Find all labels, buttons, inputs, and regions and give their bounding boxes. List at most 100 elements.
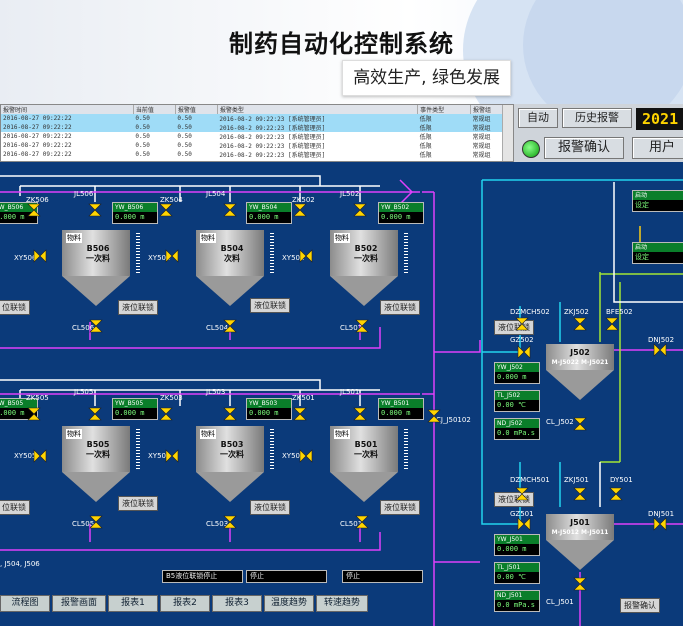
- alarm-row[interactable]: 2016-08-27 09:22:22 0.50 0.50 2016-08-2 09:…: [1, 114, 513, 123]
- nav-alarm-screen[interactable]: 报警画面: [52, 595, 106, 612]
- auto-button[interactable]: 自动: [518, 108, 558, 128]
- interlock-button-b505-left[interactable]: 位联锁: [0, 500, 30, 515]
- tank-b506[interactable]: 物料 B506 一次料: [62, 230, 140, 308]
- interlock-button-j502[interactable]: 液位联锁: [494, 320, 534, 335]
- alarm-row[interactable]: 2016-08-27 09:22:22 0.50 0.50 2016-08-2 09:…: [1, 132, 513, 141]
- alarm-cell-time: 2016-08-27 09:22:22: [1, 123, 134, 132]
- interlock-button-b506-left[interactable]: 位联锁: [0, 300, 30, 315]
- tank-desc: 一次料: [220, 450, 244, 459]
- nav-report-1[interactable]: 报表1: [108, 595, 158, 612]
- level-gauge: [136, 429, 140, 469]
- nav-report-3[interactable]: 报表3: [212, 595, 262, 612]
- control-panel: 自动 历史报警 2021 报警确认 用户: [514, 104, 683, 162]
- setpoint-display-1[interactable]: 启动 设定: [632, 190, 683, 212]
- status-stop-1: 停止: [246, 570, 327, 583]
- label-xy502: XY502: [282, 254, 305, 262]
- tank-desc: 一次料: [354, 450, 378, 459]
- label-xy504: XY504: [148, 254, 171, 262]
- col-current[interactable]: 当前值: [133, 105, 176, 114]
- tank-tag: 物料: [334, 429, 350, 439]
- tank-b501[interactable]: 物料 B501 一次料: [330, 426, 408, 504]
- level-display-b506b: YW_B506 0.000 m: [112, 202, 158, 224]
- alarm-list[interactable]: 报警时间 当前值 报警值 报警类型 事件类型 报警组 2016-08-27 09…: [0, 104, 514, 162]
- col-limit[interactable]: 报警值: [175, 105, 218, 114]
- alarm-row[interactable]: 2016-08-27 09:22:22 0.50 0.50 2016-08-2 09:…: [1, 123, 513, 132]
- level-display-j501: YW_J501 0.000 m: [494, 534, 540, 556]
- nav-temp-trend[interactable]: 温度趋势: [264, 595, 314, 612]
- reactor-j502[interactable]: J502 M-J5022 M-J5021: [546, 344, 614, 422]
- label-zk503: ZK503: [160, 394, 183, 402]
- col-alarm-time[interactable]: 报警时间: [1, 105, 134, 114]
- interlock-button-b502[interactable]: 液位联锁: [380, 300, 420, 315]
- label-jl503: JL503: [206, 388, 226, 396]
- tank-b504[interactable]: 物料 B504 次料: [196, 230, 274, 308]
- col-event-type[interactable]: 事件类型: [417, 105, 471, 114]
- alarm-cell-msg: 2016-08-2 09:22:23 [系统管理员]: [217, 123, 418, 132]
- label-gz502: GZ502: [510, 336, 534, 344]
- interlock-button-b503[interactable]: 液位联锁: [250, 500, 290, 515]
- label-left-note: , J504, J506: [0, 560, 40, 568]
- setpoint-display-2[interactable]: 启动 设定: [632, 242, 683, 264]
- alarm-cell-type: 低限: [419, 143, 432, 150]
- alarm-cell-type: 低限: [417, 123, 471, 132]
- label-dy501: DY501: [610, 476, 633, 484]
- label-gz501: GZ501: [510, 510, 534, 518]
- interlock-button-j501[interactable]: 液位联锁: [494, 492, 534, 507]
- tank-b503[interactable]: 物料 B503 一次料: [196, 426, 274, 504]
- tank-id: B505: [86, 440, 110, 449]
- alarm-scrollbar[interactable]: [502, 105, 513, 161]
- tank-desc: M-J5012 M-J5011: [551, 529, 609, 536]
- label-cl504: CL504: [206, 324, 229, 332]
- level-gauge: [404, 429, 408, 469]
- nav-speed-trend[interactable]: 转速趋势: [316, 595, 368, 612]
- label-jl505: JL505: [74, 388, 94, 396]
- label-dnj501: DNJ501: [648, 510, 675, 518]
- col-alarm-type[interactable]: 报警类型: [217, 105, 419, 114]
- level-display-b502: YW_B502 0.000 m: [378, 202, 424, 224]
- alarm-cell-cur: 0.50: [133, 114, 176, 123]
- history-alarm-button[interactable]: 历史报警: [562, 108, 632, 128]
- tank-id: J502: [570, 348, 590, 357]
- tank-tag: 物料: [66, 429, 82, 439]
- alarm-cell-lim: 0.50: [175, 123, 218, 132]
- nav-flowchart[interactable]: 流程图: [0, 595, 50, 612]
- label-zk501: ZK501: [292, 394, 315, 402]
- interlock-button-b504[interactable]: 液位联锁: [250, 298, 290, 313]
- level-gauge: [136, 233, 140, 273]
- tank-b502[interactable]: 物料 B502 一次料: [330, 230, 408, 308]
- alarm-cell-time: 2016-08-27 09:22:22: [1, 114, 134, 123]
- label-cl501: CL501: [340, 520, 363, 528]
- label-cl505: CL505: [72, 520, 95, 528]
- temp-display-j502: TL_J502 0.00 ℃: [494, 390, 540, 412]
- interlock-button-b506[interactable]: 液位联锁: [118, 300, 158, 315]
- tank-id: B501: [354, 440, 378, 449]
- tank-desc: 一次料: [86, 254, 110, 263]
- tank-desc: M-J5022 M-J5021: [551, 359, 609, 366]
- label-dnj502: DNJ502: [648, 336, 675, 344]
- tank-desc: 一次料: [86, 450, 110, 459]
- label-zk504: ZK504: [160, 196, 183, 204]
- alarm-cell-time: 2016-08-27 09:22:22: [3, 133, 72, 140]
- nav-report-2[interactable]: 报表2: [160, 595, 210, 612]
- level-display-b506: YW_B5060.000 m: [0, 202, 38, 224]
- level-display-b503: YW_B503 0.000 m: [246, 398, 292, 420]
- level-display-b501: YW_B501 0.000 m: [378, 398, 424, 420]
- alarm-cell-lim: 0.50: [177, 142, 192, 149]
- tank-id: B504: [220, 244, 244, 253]
- alarm-row[interactable]: 2016-08-27 09:22:22 0.50 0.50 2016-08-2 09:…: [1, 141, 513, 150]
- alarm-ack-button[interactable]: 报警确认: [544, 137, 624, 159]
- interlock-button-b505[interactable]: 液位联锁: [118, 496, 158, 511]
- interlock-button-b501[interactable]: 液位联锁: [380, 500, 420, 515]
- reactor-j501[interactable]: J501 M-J5012 M-J5011: [546, 514, 614, 592]
- label-cl506: CL506: [72, 324, 95, 332]
- tank-b505[interactable]: 物料 B505 一次料: [62, 426, 140, 504]
- tank-desc: 次料: [224, 254, 240, 263]
- alarm-cell-cur: 0.50: [135, 151, 150, 158]
- label-xy505: XY505: [14, 452, 37, 460]
- user-button[interactable]: 用户: [632, 137, 683, 159]
- alarm-cell-type: 低限: [417, 114, 471, 123]
- tank-id: J501: [570, 518, 590, 527]
- tank-tag: 物料: [334, 233, 350, 243]
- alarm-row[interactable]: 2016-08-27 09:22:22 0.50 0.50 2016-08-2 09:…: [1, 150, 513, 159]
- label-xy501: XY501: [282, 452, 305, 460]
